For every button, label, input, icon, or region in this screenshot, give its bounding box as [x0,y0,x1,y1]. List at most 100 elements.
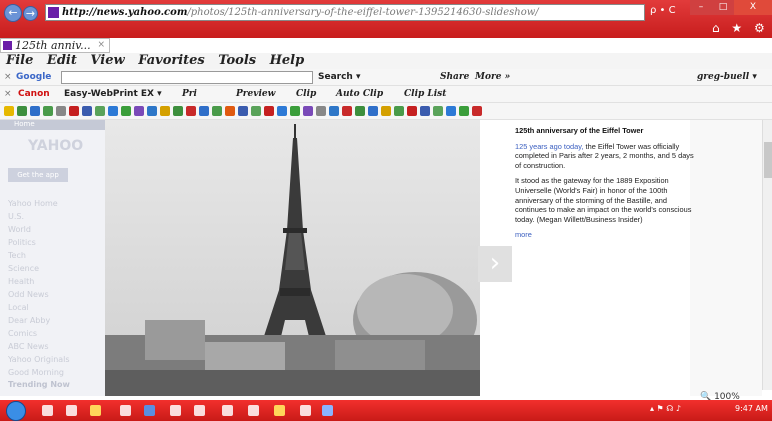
sidebar-item-yahoo-home[interactable]: Yahoo Home [8,197,70,210]
favorite-site-icon[interactable] [95,106,105,116]
auto-clip-button[interactable]: Auto Clip [336,86,383,103]
clip-list-button[interactable]: Clip List [404,86,446,103]
favorite-site-icon[interactable] [43,106,53,116]
favorite-site-icon[interactable] [472,106,482,116]
favorite-site-icon[interactable] [134,106,144,116]
sidebar-item-comics[interactable]: Comics [8,327,70,340]
user-account-button[interactable]: greg-buell ▾ [697,69,757,86]
taskbar-app-icon[interactable] [66,405,77,416]
taskbar-app-icon[interactable] [42,405,53,416]
taskbar-clock[interactable]: 9:47 AM [735,404,768,413]
taskbar-word-icon[interactable] [144,405,155,416]
sidebar-item-yahoo-originals[interactable]: Yahoo Originals [8,353,70,366]
favorite-site-icon[interactable] [420,106,430,116]
favorite-site-icon[interactable] [342,106,352,116]
taskbar-ie-icon[interactable] [322,405,333,416]
sidebar-home-link[interactable]: Home [0,120,105,130]
favorite-site-icon[interactable] [303,106,313,116]
favorite-site-icon[interactable] [446,106,456,116]
maximize-button[interactable]: □ [712,0,734,15]
favorite-site-icon[interactable] [238,106,248,116]
favorite-site-icon[interactable] [316,106,326,116]
taskbar-app-icon[interactable] [194,405,205,416]
favorite-site-icon[interactable] [394,106,404,116]
taskbar-app-icon[interactable] [120,405,131,416]
menu-view[interactable]: View [90,53,124,68]
favorite-site-icon[interactable] [290,106,300,116]
address-bar[interactable]: http://news.yahoo.com/photos/125th-anniv… [45,4,645,21]
address-tools[interactable]: ρ • C [650,5,676,16]
tab-close-icon[interactable]: × [97,39,105,52]
minimize-button[interactable]: – [690,0,712,15]
next-slide-button[interactable]: › [478,246,512,282]
favorite-site-icon[interactable] [355,106,365,116]
menu-edit[interactable]: Edit [47,53,77,68]
sidebar-item-good-morning[interactable]: Good Morning [8,366,70,379]
vertical-scrollbar[interactable] [762,120,772,390]
sidebar-item-odd-news[interactable]: Odd News [8,288,70,301]
sidebar-item-us[interactable]: U.S. [8,210,70,223]
sidebar-item-health[interactable]: Health [8,275,70,288]
sidebar-item-local[interactable]: Local [8,301,70,314]
favorite-site-icon[interactable] [381,106,391,116]
favorite-site-icon[interactable] [459,106,469,116]
google-search-input[interactable] [61,71,313,84]
favorite-site-icon[interactable] [69,106,79,116]
taskbar-app-icon[interactable] [248,405,259,416]
preview-button[interactable]: Preview [236,86,275,103]
taskbar-app-icon[interactable] [300,405,311,416]
favorite-site-icon[interactable] [329,106,339,116]
caption-link[interactable]: 125 years ago today, [515,142,583,151]
favorite-site-icon[interactable] [108,106,118,116]
sidebar-item-tech[interactable]: Tech [8,249,70,262]
taskbar-app-icon[interactable] [222,405,233,416]
menu-tools[interactable]: Tools [218,53,256,68]
back-button[interactable]: ← [4,4,22,22]
favorite-site-icon[interactable] [368,106,378,116]
google-more-button[interactable]: More » [475,69,510,86]
favorite-star-icon[interactable] [4,106,14,116]
favorite-site-icon[interactable] [251,106,261,116]
favorite-site-icon[interactable] [173,106,183,116]
favorite-site-icon[interactable] [277,106,287,116]
sidebar-item-politics[interactable]: Politics [8,236,70,249]
caption-more-link[interactable]: more [515,230,695,240]
google-toolbar-close-icon[interactable]: × [4,69,12,86]
favorite-site-icon[interactable] [160,106,170,116]
taskbar-explorer-icon[interactable] [90,405,101,416]
favorite-site-icon[interactable] [212,106,222,116]
favorites-icons[interactable] [4,106,482,116]
favorite-site-icon[interactable] [30,106,40,116]
favorite-site-icon[interactable] [225,106,235,116]
favorite-site-icon[interactable] [199,106,209,116]
eiffel-tower-photo[interactable] [105,120,480,396]
home-favorites-settings-icons[interactable]: ⌂ ★ ⚙ [712,21,769,35]
google-search-button[interactable]: Search ▾ [318,69,361,86]
favorite-site-icon[interactable] [121,106,131,116]
favorite-site-icon[interactable] [56,106,66,116]
favorite-site-icon[interactable] [17,106,27,116]
forward-button[interactable]: → [23,6,38,21]
menu-favorites[interactable]: Favorites [138,53,205,68]
system-tray[interactable]: ▴ ⚑ ☊ ♪ [650,404,681,413]
print-button[interactable]: Pri [182,86,197,103]
sidebar-item-dear-abby[interactable]: Dear Abby [8,314,70,327]
favorite-site-icon[interactable] [147,106,157,116]
tab-active[interactable]: 125th anniv... × [0,38,110,53]
menu-file[interactable]: File [6,53,33,68]
clip-button[interactable]: Clip [296,86,316,103]
favorite-site-icon[interactable] [264,106,274,116]
sidebar-app-button[interactable]: Get the app [8,168,68,182]
taskbar-app-icon[interactable] [170,405,181,416]
favorite-site-icon[interactable] [407,106,417,116]
yahoo-logo[interactable]: YAHOO [28,138,83,154]
sidebar-item-abc-news[interactable]: ABC News [8,340,70,353]
start-button[interactable] [6,401,26,421]
sidebar-item-science[interactable]: Science [8,262,70,275]
scrollbar-thumb[interactable] [764,142,772,178]
easy-webprint-button[interactable]: Easy-WebPrint EX ▾ [64,86,162,103]
google-logo[interactable]: Google [16,69,51,86]
menu-help[interactable]: Help [270,53,305,68]
google-share-button[interactable]: Share [440,69,469,86]
sidebar-item-world[interactable]: World [8,223,70,236]
